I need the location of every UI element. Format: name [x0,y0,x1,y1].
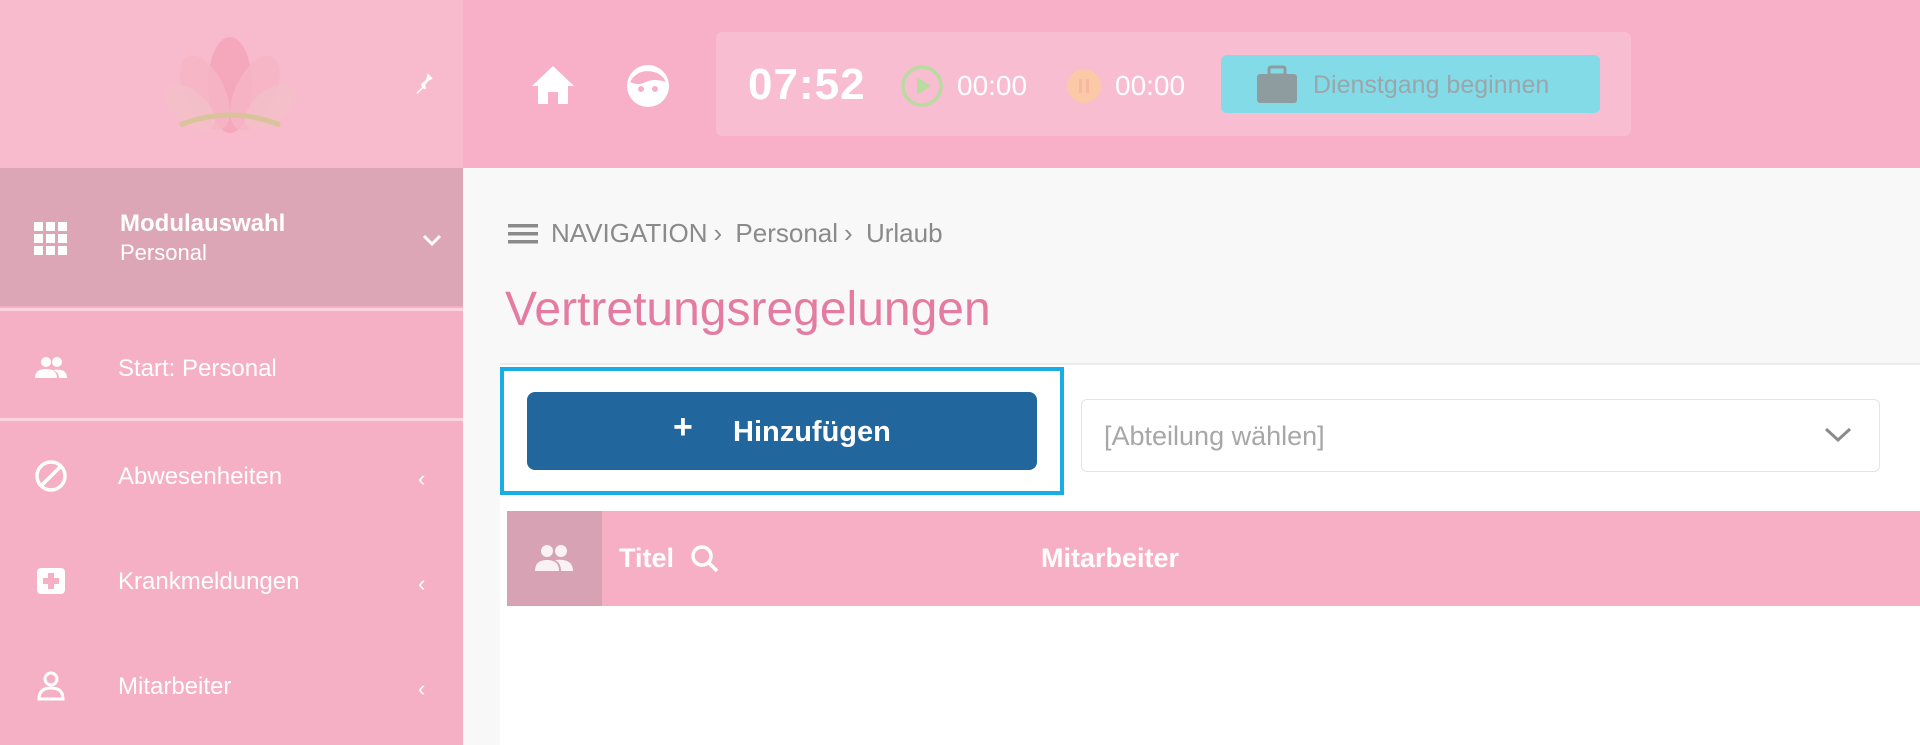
sidebar-item-label: Abwesenheiten [118,463,283,490]
pause-icon[interactable] [1066,68,1102,104]
pin-icon[interactable] [410,70,436,96]
breadcrumb-urlaub[interactable]: Urlaub [866,218,943,248]
logo-area [0,0,463,168]
search-icon[interactable] [690,544,720,574]
divider [0,418,463,421]
add-button[interactable]: + Hinzufügen [527,392,1037,470]
block-icon [35,460,67,492]
sidebar-item-krankmeldungen[interactable]: Krankmeldungen ‹ [0,541,463,621]
dienstgang-label: Dienstgang beginnen [1313,71,1550,99]
sidebar-item-start-personal[interactable]: Start: Personal [0,328,463,408]
column-header-titel[interactable]: Titel [619,543,674,574]
medical-icon [37,568,65,594]
department-select[interactable]: [Abteilung wählen] [1081,399,1880,472]
briefcase-icon [1257,65,1297,103]
module-title: Modulauswahl [120,210,286,237]
divider [0,308,463,311]
chevron-left-icon: ‹ [418,466,426,491]
breadcrumb-personal[interactable]: Personal [735,218,838,248]
sidebar-item-label: Start: Personal [118,355,277,382]
sidebar-item-abwesenheiten[interactable]: Abwesenheiten ‹ [0,436,463,516]
people-icon [35,357,67,378]
department-placeholder: [Abteilung wählen] [1104,421,1325,451]
page-title: Vertretungsregelungen [505,283,991,336]
sidebar: Modulauswahl Personal Start: Personal Ab… [0,0,463,745]
table-body [507,606,1920,745]
menu-icon[interactable] [508,222,538,246]
dienstgang-button[interactable]: Dienstgang beginnen [1221,55,1600,113]
table-header-icon-cell [507,511,602,606]
chevron-left-icon: ‹ [418,571,426,596]
column-header-mitarbeiter[interactable]: Mitarbeiter [1041,543,1179,574]
clock: 07:52 [748,60,866,109]
chevron-down-icon [422,234,442,247]
chevron-left-icon: ‹ [418,676,426,701]
sidebar-item-label: Krankmeldungen [118,568,300,595]
module-subtitle: Personal [120,240,207,265]
breadcrumb-root[interactable]: NAVIGATION [551,218,708,248]
sidebar-item-mitarbeiter[interactable]: Mitarbeiter ‹ [0,646,463,726]
grid-icon [34,222,67,255]
breadcrumb: NAVIGATION › Personal › Urlaub [551,218,949,249]
work-time: 00:00 [957,70,1028,101]
person-icon [37,671,65,701]
home-icon[interactable] [530,62,576,108]
face-icon[interactable] [624,62,672,110]
play-icon[interactable] [900,64,944,108]
add-button-label: Hinzufügen [733,416,891,448]
chevron-right-icon: › [713,218,723,248]
chevron-down-icon [1824,427,1852,443]
lotus-logo [164,37,296,133]
pause-time: 00:00 [1115,70,1186,101]
sidebar-item-label: Mitarbeiter [118,673,232,700]
plus-icon: + [673,408,693,446]
people-icon [535,545,573,571]
chevron-right-icon: › [844,218,853,248]
